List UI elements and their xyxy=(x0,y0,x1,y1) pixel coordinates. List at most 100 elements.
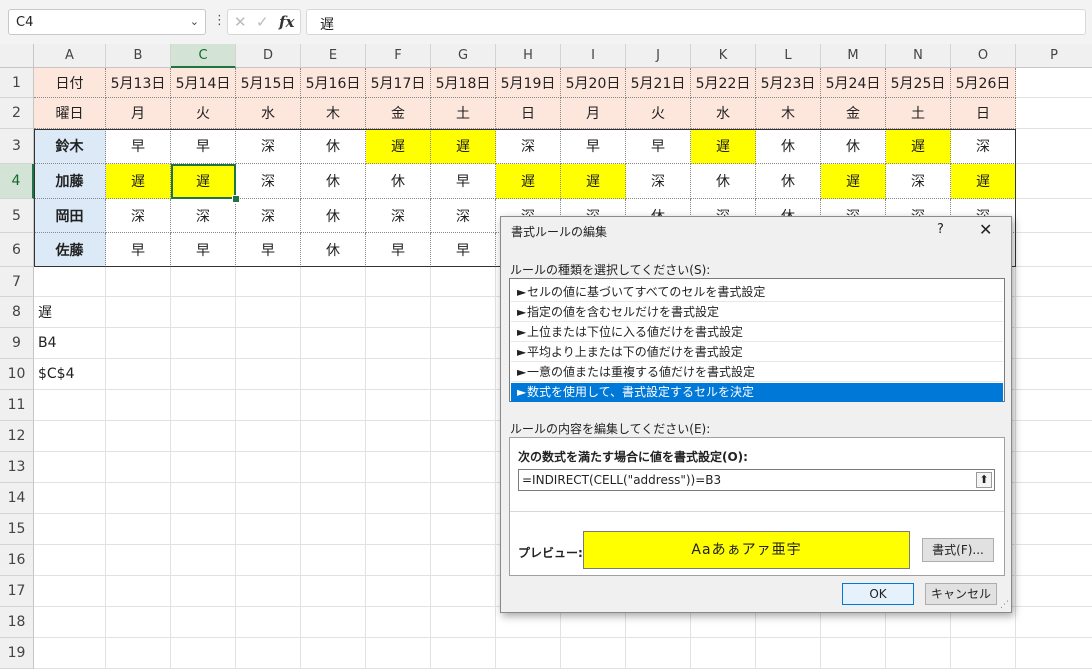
cell[interactable] xyxy=(171,297,236,328)
shift-cell[interactable]: 深 xyxy=(236,129,301,164)
shift-cell[interactable]: 早 xyxy=(626,129,691,164)
cell[interactable] xyxy=(1016,199,1092,233)
header-cell[interactable]: 木 xyxy=(301,98,366,129)
shift-cell[interactable]: 休 xyxy=(301,199,366,233)
rule-type-item[interactable]: ► 指定の値を含むセルだけを書式設定 xyxy=(511,303,1003,322)
shift-cell[interactable]: 遅 xyxy=(496,164,561,199)
cell[interactable] xyxy=(106,452,171,483)
name-box[interactable]: C4 ⌄ xyxy=(8,9,206,35)
cell[interactable] xyxy=(106,390,171,421)
cell-a9[interactable]: B4 xyxy=(34,328,106,359)
cell[interactable] xyxy=(366,328,431,359)
shift-cell[interactable]: 遅 xyxy=(886,129,951,164)
cell[interactable] xyxy=(106,576,171,607)
shift-cell[interactable]: 深 xyxy=(886,164,951,199)
cell[interactable] xyxy=(171,638,236,669)
row-header-1[interactable]: 1 xyxy=(0,68,34,98)
cell[interactable] xyxy=(366,576,431,607)
cell[interactable] xyxy=(1016,98,1092,129)
cell[interactable] xyxy=(106,545,171,576)
shift-cell[interactable]: 遅 xyxy=(561,164,626,199)
cell[interactable] xyxy=(236,297,301,328)
shift-cell[interactable]: 休 xyxy=(366,164,431,199)
shift-cell[interactable]: 遅 xyxy=(821,164,886,199)
cell[interactable] xyxy=(886,638,951,669)
cell[interactable] xyxy=(301,638,366,669)
cell[interactable] xyxy=(301,359,366,390)
row-header-14[interactable]: 14 xyxy=(0,483,34,514)
cell[interactable] xyxy=(431,607,496,638)
cell[interactable] xyxy=(34,452,106,483)
header-cell[interactable]: 水 xyxy=(236,98,301,129)
shift-cell[interactable]: 早 xyxy=(106,233,171,267)
cell[interactable] xyxy=(431,390,496,421)
cell[interactable] xyxy=(236,390,301,421)
cell[interactable] xyxy=(431,297,496,328)
header-cell[interactable]: 5月24日 xyxy=(821,68,886,98)
cell[interactable] xyxy=(236,545,301,576)
more-options-icon[interactable]: ⋮ xyxy=(213,13,226,28)
shift-cell[interactable]: 休 xyxy=(301,233,366,267)
cell[interactable] xyxy=(236,421,301,452)
rule-type-list[interactable]: ► セルの値に基づいてすべてのセルを書式設定 ► 指定の値を含むセルだけを書式設定 ► 上… xyxy=(509,278,1005,402)
cell[interactable] xyxy=(171,545,236,576)
cell[interactable] xyxy=(1016,164,1092,199)
cell[interactable] xyxy=(366,607,431,638)
cell[interactable] xyxy=(171,390,236,421)
cell[interactable] xyxy=(301,576,366,607)
shift-cell[interactable]: 深 xyxy=(951,129,1016,164)
column-header-b[interactable]: B xyxy=(106,44,171,68)
row-header-16[interactable]: 16 xyxy=(0,545,34,576)
shift-cell[interactable]: 休 xyxy=(301,129,366,164)
column-header-c[interactable]: C xyxy=(171,44,236,68)
header-cell[interactable]: 金 xyxy=(821,98,886,129)
row-header-17[interactable]: 17 xyxy=(0,576,34,607)
cell[interactable] xyxy=(171,267,236,297)
header-cell[interactable]: 5月26日 xyxy=(951,68,1016,98)
shift-cell[interactable]: 休 xyxy=(756,164,821,199)
header-cell[interactable]: 5月17日 xyxy=(366,68,431,98)
cell[interactable] xyxy=(171,514,236,545)
cell[interactable] xyxy=(431,267,496,297)
header-cell[interactable]: 5月22日 xyxy=(691,68,756,98)
cell[interactable] xyxy=(301,483,366,514)
header-cell[interactable]: 土 xyxy=(886,98,951,129)
cell[interactable] xyxy=(1016,233,1092,267)
cell[interactable] xyxy=(34,483,106,514)
cell[interactable] xyxy=(431,452,496,483)
cell[interactable] xyxy=(106,514,171,545)
cell[interactable] xyxy=(561,638,626,669)
rule-type-item[interactable]: ► 数式を使用して、書式設定するセルを決定 xyxy=(511,383,1003,402)
row-header-15[interactable]: 15 xyxy=(0,514,34,545)
row-header-6[interactable]: 6 xyxy=(0,233,34,267)
cell[interactable] xyxy=(171,452,236,483)
shift-cell[interactable]: 早 xyxy=(171,233,236,267)
cell[interactable] xyxy=(171,607,236,638)
header-cell[interactable]: 5月14日 xyxy=(171,68,236,98)
cell[interactable] xyxy=(366,514,431,545)
column-header-o[interactable]: O xyxy=(951,44,1016,68)
rule-type-item[interactable]: ► 一意の値または重複する値だけを書式設定 xyxy=(511,363,1003,382)
shift-cell[interactable]: 早 xyxy=(431,164,496,199)
shift-cell[interactable]: 深 xyxy=(236,164,301,199)
row-header-8[interactable]: 8 xyxy=(0,297,34,328)
cell[interactable] xyxy=(34,545,106,576)
cell[interactable] xyxy=(1016,129,1092,164)
cell[interactable] xyxy=(171,483,236,514)
header-cell[interactable]: 5月16日 xyxy=(301,68,366,98)
cell[interactable] xyxy=(1016,514,1092,545)
row-header-9[interactable]: 9 xyxy=(0,328,34,359)
row-header-18[interactable]: 18 xyxy=(0,607,34,638)
shift-cell[interactable]: 早 xyxy=(106,129,171,164)
header-cell[interactable]: 5月21日 xyxy=(626,68,691,98)
column-header-m[interactable]: M xyxy=(821,44,886,68)
shift-cell[interactable]: 休 xyxy=(821,129,886,164)
cell[interactable] xyxy=(366,452,431,483)
cell[interactable] xyxy=(431,576,496,607)
cell[interactable] xyxy=(366,483,431,514)
shift-cell[interactable]: 深 xyxy=(171,199,236,233)
column-header-j[interactable]: J xyxy=(626,44,691,68)
header-cell[interactable]: 金 xyxy=(366,98,431,129)
cell-a10[interactable]: $C$4 xyxy=(34,359,106,390)
cell[interactable] xyxy=(626,638,691,669)
